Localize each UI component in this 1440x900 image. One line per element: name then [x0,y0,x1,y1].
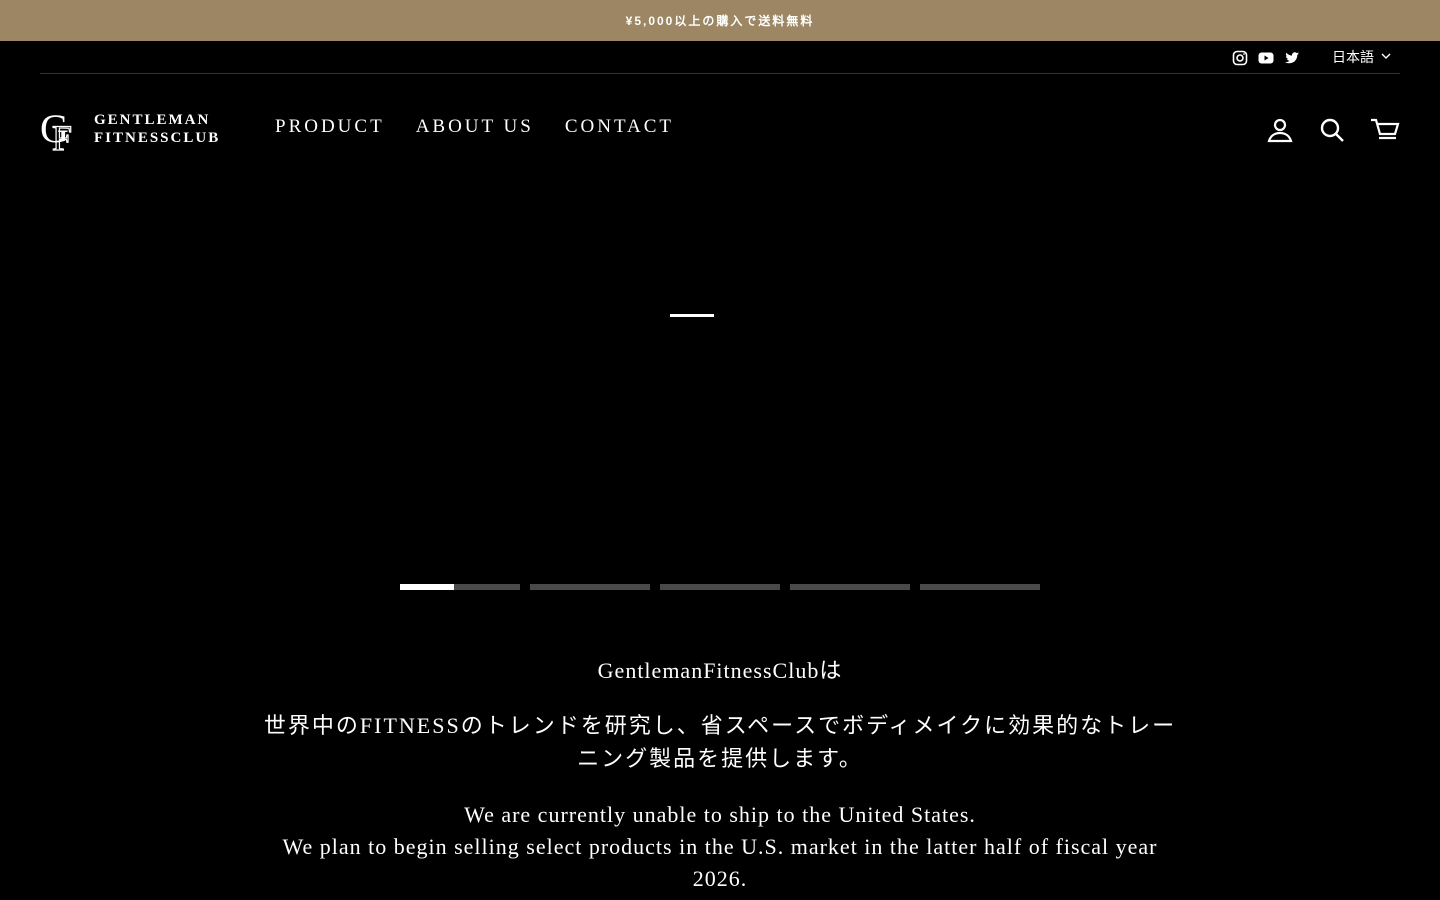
intro-heading: GentlemanFitnessClubは [597,658,843,683]
shipping-notice-line-1: We are currently unable to ship to the U… [464,802,976,827]
language-selector[interactable]: 日本語 [1332,47,1392,67]
nav-product[interactable]: PRODUCT [275,116,385,138]
svg-text:F: F [52,118,72,154]
slide-indicator[interactable] [400,584,520,590]
slide-indicator[interactable] [920,584,1040,590]
intro-section: GentlemanFitnessClubは 世界中のFITNESSのトレンドを研… [255,633,1185,895]
utility-bar: 日本語 [40,41,1400,74]
language-label: 日本語 [1332,49,1374,65]
slide-indicator[interactable] [660,584,780,590]
monogram-logo-icon: G F [40,106,73,154]
hero-slideshow[interactable] [0,180,1440,633]
twitter-icon[interactable] [1284,50,1300,66]
cart-icon[interactable] [1370,116,1400,144]
slideshow-progress [400,584,1040,590]
header-actions [1266,116,1400,144]
instagram-icon[interactable] [1232,50,1248,66]
slide-indicator[interactable] [790,584,910,590]
logo-text: GENTLEMAN FITNESSCLUB [94,111,220,147]
slide-progress-fill [400,584,454,590]
slide-indicator[interactable] [530,584,650,590]
logo-line-1: GENTLEMAN [94,112,211,128]
shipping-notice: We are currently unable to ship to the U… [255,799,1185,895]
announcement-text: ¥5,000以上の購入で送料無料 [625,14,815,28]
nav-contact[interactable]: CONTACT [565,116,674,138]
hero-loading-bar [670,314,714,317]
shipping-notice-line-2: We plan to begin selling select products… [282,834,1158,891]
search-icon[interactable] [1318,116,1346,144]
social-links [1232,50,1300,66]
user-icon[interactable] [1266,116,1294,144]
site-logo[interactable]: G F GENTLEMAN FITNESSCLUB [40,104,220,154]
announcement-bar: ¥5,000以上の購入で送料無料 [0,0,1440,41]
intro-description: 世界中のFITNESSのトレンドを研究し、省スペースでボディメイクに効果的なトレ… [263,713,1177,771]
nav-about-us[interactable]: ABOUT US [416,116,534,138]
chevron-down-icon [1380,49,1392,65]
logo-line-2: FITNESSCLUB [94,130,221,146]
site-header: G F GENTLEMAN FITNESSCLUB PRODUCT ABOUT … [0,74,1440,180]
youtube-icon[interactable] [1258,50,1274,66]
main-nav: PRODUCT ABOUT US CONTACT [275,116,674,138]
